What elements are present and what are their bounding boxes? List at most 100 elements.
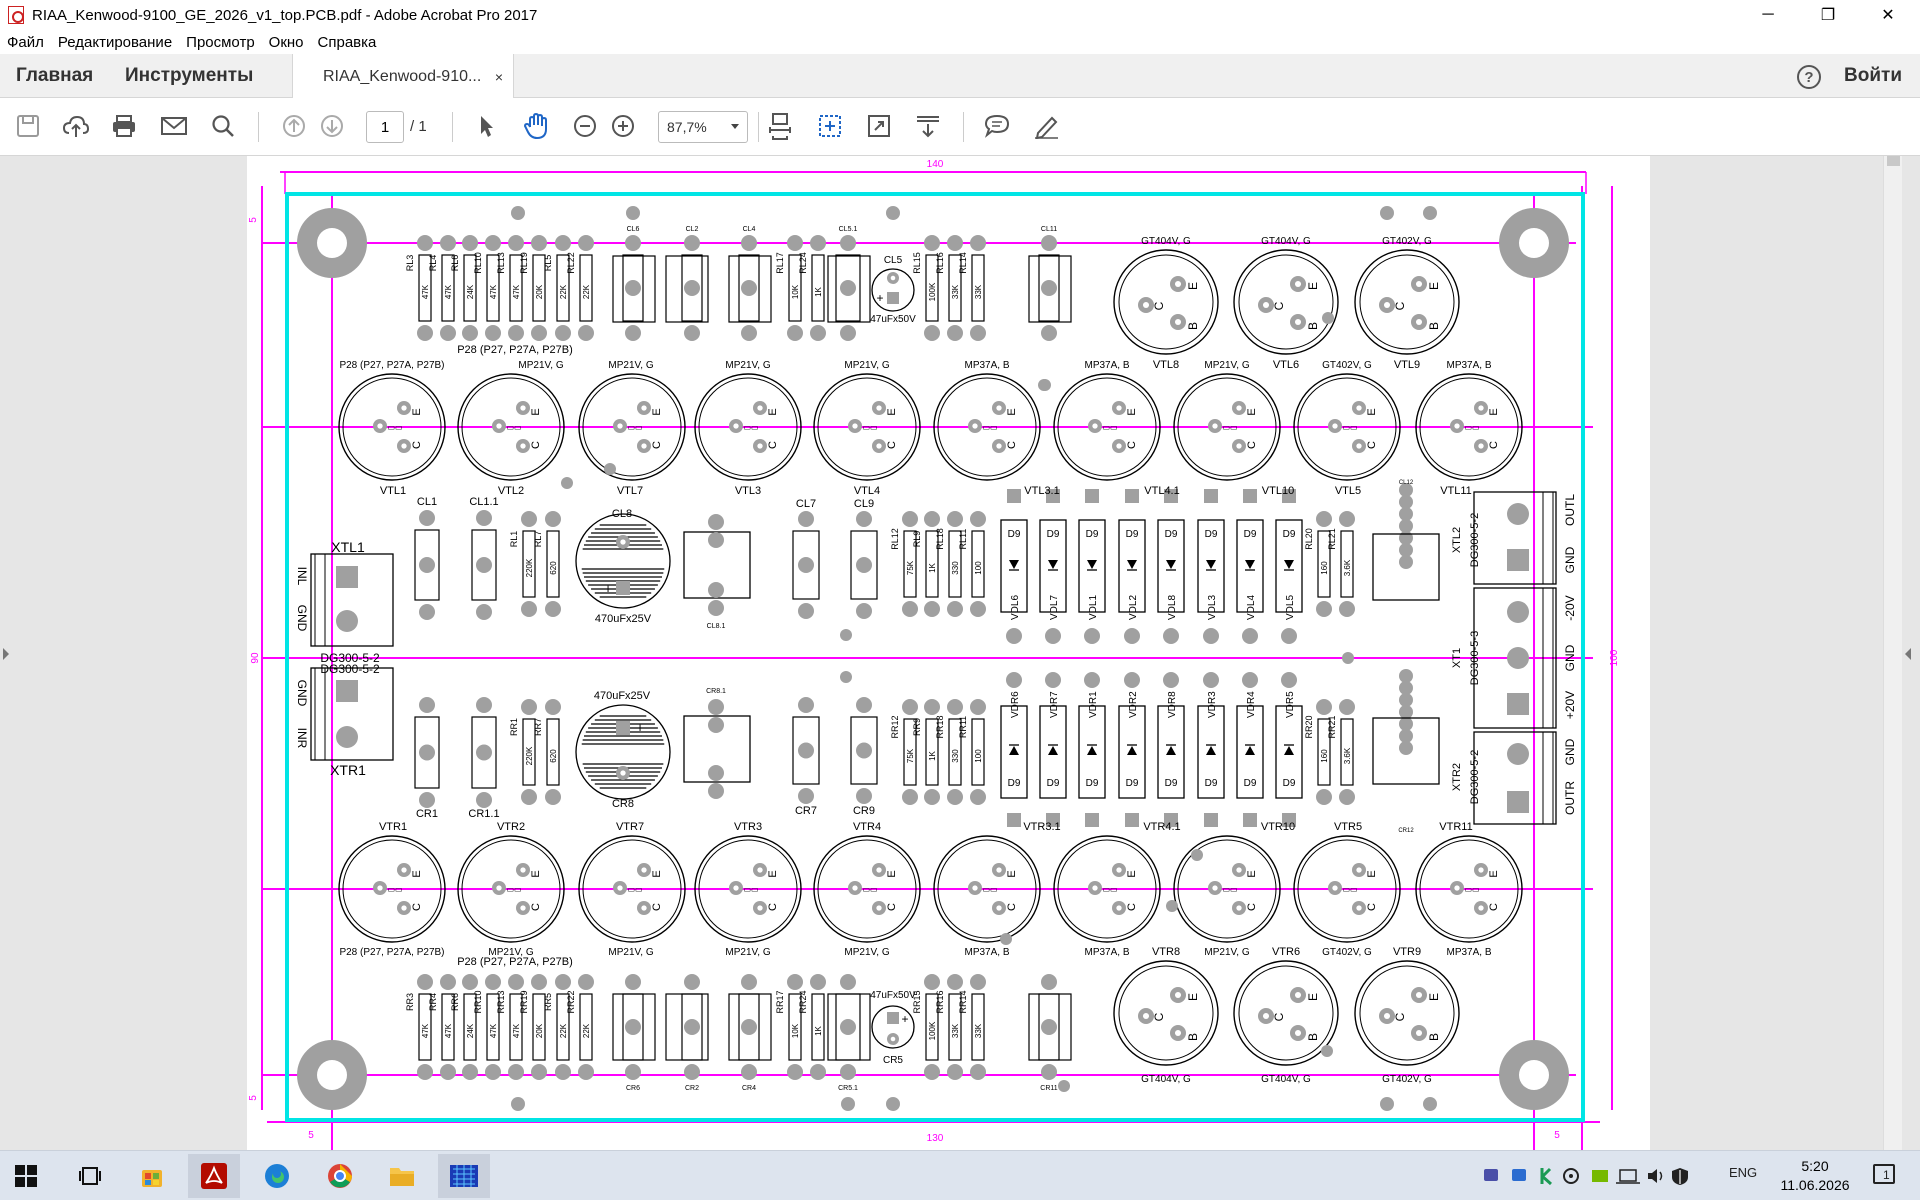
diode-ref: VDR2 xyxy=(1128,691,1139,718)
transistor-type: MP21V, G xyxy=(608,360,653,371)
zoom-select[interactable]: 87,7% xyxy=(658,111,748,143)
sign-pen-icon[interactable] xyxy=(1030,110,1062,142)
pin-label: ▭▭ xyxy=(1342,423,1357,432)
fit-width-icon[interactable] xyxy=(814,110,846,142)
polarity-mark: + xyxy=(901,1012,908,1026)
pad-hole xyxy=(890,275,896,281)
fullscreen-icon[interactable] xyxy=(863,110,895,142)
tab-tools[interactable]: Инструменты xyxy=(125,54,253,98)
hand-tool-icon[interactable] xyxy=(520,110,552,142)
fit-page-icon[interactable] xyxy=(764,110,796,142)
pin-label: C xyxy=(1272,301,1286,310)
diode-ref: VDR7 xyxy=(1049,691,1060,718)
pin-label: E xyxy=(1488,870,1500,877)
save-icon[interactable] xyxy=(12,110,44,142)
diode-symbol xyxy=(1087,560,1097,569)
zoom-out-icon[interactable] xyxy=(569,110,601,142)
page-number-input[interactable]: 1 xyxy=(366,111,404,143)
menu-file[interactable]: Файл xyxy=(7,34,44,51)
menu-help[interactable]: Справка xyxy=(318,34,377,51)
pad-hole xyxy=(1174,280,1182,288)
pin-label: B xyxy=(1186,322,1200,330)
resistor-label: RR5 xyxy=(543,993,553,1011)
transistor-type: MP37A, B xyxy=(1084,360,1129,371)
pin-label: E xyxy=(651,408,663,415)
chrome-icon[interactable] xyxy=(314,1154,366,1198)
select-cursor-icon[interactable] xyxy=(470,110,502,142)
pad-hole xyxy=(1478,443,1484,449)
page-total: / 1 xyxy=(410,118,427,135)
pad xyxy=(625,325,641,341)
email-icon[interactable] xyxy=(158,110,190,142)
login-button[interactable]: Войти xyxy=(1844,54,1902,98)
tab-document[interactable]: RIAA_Kenwood-910... × xyxy=(292,54,514,99)
pad xyxy=(1124,672,1140,688)
resistor-value: 160 xyxy=(1320,749,1329,763)
close-window-button[interactable]: ✕ xyxy=(1864,0,1912,30)
pin-label: E xyxy=(886,408,898,415)
resistor-value: 47K xyxy=(444,284,453,299)
minimize-button[interactable]: ─ xyxy=(1744,0,1792,30)
pin-label: E xyxy=(1488,408,1500,415)
pad xyxy=(924,789,940,805)
clock[interactable]: 5:20 11.06.2026 xyxy=(1770,1157,1860,1195)
tray-icons[interactable] xyxy=(1480,1165,1700,1187)
zoom-in-icon[interactable] xyxy=(607,110,639,142)
scroll-mode-icon[interactable] xyxy=(912,110,944,142)
pin-label: E xyxy=(1306,282,1320,290)
task-view-icon[interactable] xyxy=(64,1154,116,1198)
pad xyxy=(840,629,852,641)
pad xyxy=(1085,489,1099,503)
cap-label: CL4 xyxy=(743,226,756,233)
right-panel-toggle-icon[interactable] xyxy=(1905,648,1911,660)
left-panel-toggle-icon[interactable] xyxy=(3,648,9,660)
menu-view[interactable]: Просмотр xyxy=(186,34,255,51)
search-icon[interactable] xyxy=(207,110,239,142)
menu-edit[interactable]: Редактирование xyxy=(58,34,172,51)
acrobat-pdf-icon xyxy=(8,6,24,24)
pad xyxy=(521,699,537,715)
restore-button[interactable]: ❐ xyxy=(1804,0,1852,30)
pad xyxy=(787,974,803,990)
pad xyxy=(419,604,435,620)
pad xyxy=(924,325,940,341)
edge-icon[interactable] xyxy=(251,1154,303,1198)
close-tab-icon[interactable]: × xyxy=(495,69,503,85)
acrobat-taskbar-icon[interactable] xyxy=(188,1154,240,1198)
menu-window[interactable]: Окно xyxy=(269,34,304,51)
pad xyxy=(741,1019,757,1035)
pad-hole xyxy=(1415,991,1423,999)
pad-hole xyxy=(1142,301,1150,309)
diode-ref: VDR5 xyxy=(1285,691,1296,718)
pin-label: ▭▭ xyxy=(862,423,877,432)
start-button[interactable] xyxy=(0,1154,52,1198)
pad-hole xyxy=(641,905,647,911)
comment-icon[interactable] xyxy=(981,110,1013,142)
next-page-icon[interactable] xyxy=(316,110,348,142)
language-indicator[interactable]: ENG xyxy=(1729,1165,1757,1180)
print-icon[interactable] xyxy=(108,110,140,142)
pad xyxy=(440,325,456,341)
notification-count: 1 xyxy=(1883,1168,1890,1182)
pad xyxy=(1399,531,1413,545)
dim-label-corner: 5 xyxy=(308,1130,314,1141)
tab-home[interactable]: Главная xyxy=(16,54,93,98)
scrollbar-thumb[interactable] xyxy=(1887,156,1900,166)
transistor-VTR8 xyxy=(1113,960,1219,1066)
pin-label: B xyxy=(1306,1033,1320,1041)
file-explorer-icon[interactable] xyxy=(376,1154,428,1198)
pin-label: C xyxy=(1488,903,1500,911)
pcb-app-icon[interactable] xyxy=(438,1154,490,1198)
store-icon[interactable] xyxy=(126,1154,178,1198)
pad xyxy=(1243,489,1257,503)
cap-label: CL12 xyxy=(1399,480,1414,486)
pad xyxy=(555,1064,571,1080)
pad xyxy=(840,235,856,251)
vertical-scrollbar[interactable] xyxy=(1883,156,1902,1150)
pin-label: ▭▭ xyxy=(862,885,877,894)
prev-page-icon[interactable] xyxy=(278,110,310,142)
upload-cloud-icon[interactable] xyxy=(60,110,92,142)
resistor-value: 100K xyxy=(928,1021,937,1040)
diode-label: D9 xyxy=(1205,778,1218,789)
help-icon[interactable]: ? xyxy=(1797,65,1821,89)
